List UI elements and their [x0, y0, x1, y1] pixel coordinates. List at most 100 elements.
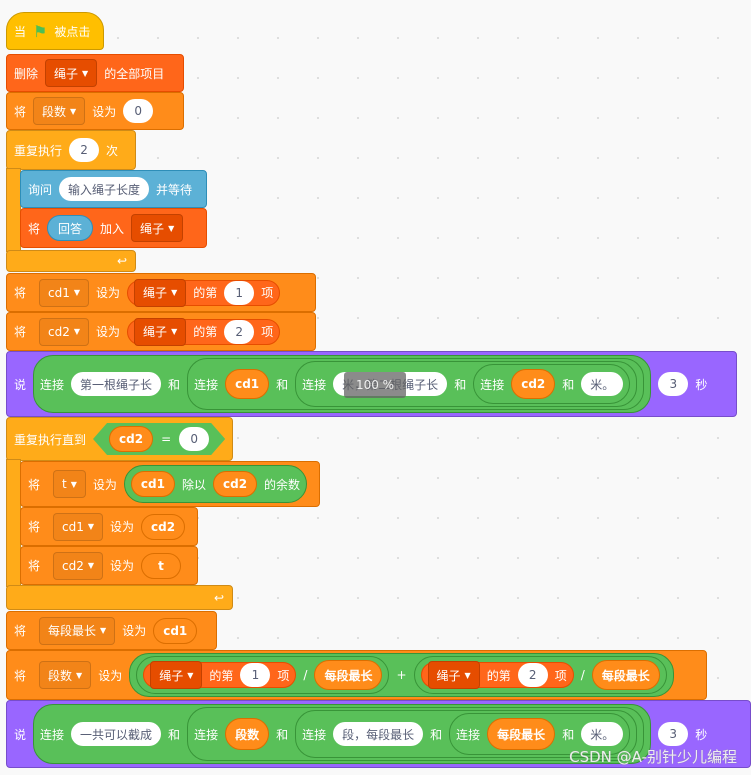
when-flag-clicked-block[interactable]: 当 ⚑ 被点击: [6, 12, 104, 50]
label: 连接: [302, 727, 327, 742]
count-input[interactable]: 2: [69, 138, 100, 162]
list-dropdown[interactable]: 绳子 ▼: [131, 214, 184, 242]
loop-arrow-icon: ↩: [116, 254, 127, 268]
index-input[interactable]: 1: [224, 280, 255, 305]
green-flag-icon: ⚑: [33, 21, 48, 41]
variable-reporter[interactable]: cd2: [109, 426, 153, 452]
text-input[interactable]: 一共可以截成: [71, 722, 162, 746]
label: 并等待: [156, 182, 193, 197]
label: 秒: [695, 377, 708, 392]
ask-and-wait-block[interactable]: 询问 输入绳子长度 并等待: [20, 170, 207, 208]
list-dropdown[interactable]: 绳子 ▼: [150, 661, 203, 689]
list-dropdown[interactable]: 绳子 ▼: [427, 661, 480, 689]
zoom-indicator: 100 %: [344, 372, 406, 398]
text-input[interactable]: 米。: [581, 372, 624, 396]
dropdown-value: 绳子: [143, 286, 168, 300]
label: 设为: [92, 477, 117, 492]
add-to-list-block[interactable]: 将 回答 加入 绳子 ▼: [20, 208, 207, 248]
label: 的第: [209, 668, 234, 683]
divide-reporter[interactable]: 绳子 ▼ 的第 1 项 / 每段最长: [136, 656, 390, 694]
label: 将: [14, 668, 27, 683]
label: 和: [168, 377, 181, 392]
label: 的余数: [264, 477, 301, 492]
seconds-input[interactable]: 3: [658, 722, 689, 746]
variable-dropdown[interactable]: 每段最长 ▼: [39, 616, 116, 645]
set-cd2-block[interactable]: 将 cd2 ▼ 设为 绳子 ▼ 的第 2 项: [6, 312, 316, 351]
variable-reporter[interactable]: cd2: [212, 471, 258, 497]
text-input[interactable]: 段，每段最长: [333, 722, 424, 746]
set-cd1-block[interactable]: 将 cd1 ▼ 设为 绳子 ▼ 的第 1 项: [6, 273, 316, 312]
join-reporter[interactable]: 连接 cd1 和 连接 米，第二根绳子长 和 连接 cd2 和 米。: [187, 358, 645, 410]
mod-reporter[interactable]: cd1 除以 cd2 的余数: [123, 465, 308, 503]
text-input[interactable]: 第一根绳子长: [71, 372, 162, 396]
label: 将: [28, 559, 41, 573]
variable-dropdown[interactable]: 段数 ▼: [33, 97, 86, 125]
label: 连接: [456, 727, 481, 742]
variable-reporter[interactable]: cd2: [511, 369, 556, 399]
index-input[interactable]: 2: [517, 663, 548, 687]
dropdown-value: 段数: [42, 104, 67, 119]
text-input[interactable]: 米。: [581, 722, 624, 746]
dropdown-value: 绳子: [436, 668, 461, 683]
set-cd2-to-t-block[interactable]: 将 cd2 ▼ 设为 t: [20, 546, 198, 585]
variable-reporter[interactable]: 每段最长: [487, 718, 556, 750]
divide-reporter[interactable]: 绳子 ▼ 的第 2 项 / 每段最长: [413, 656, 667, 694]
variable-reporter[interactable]: t: [141, 552, 182, 579]
chevron-down-icon: ▼: [87, 561, 95, 570]
variable-dropdown[interactable]: t ▼: [53, 470, 86, 498]
label: 除以: [181, 477, 206, 492]
variable-reporter[interactable]: cd1: [130, 471, 175, 497]
index-input[interactable]: 1: [240, 663, 271, 687]
join-reporter[interactable]: 连接 第一根绳子长 和 连接 cd1 和 连接 米，第二根绳子长 和 连接 cd…: [33, 355, 652, 413]
set-variable-block[interactable]: 将 段数 ▼ 设为 0: [6, 92, 184, 130]
variable-dropdown[interactable]: cd1 ▼: [53, 512, 104, 541]
list-dropdown[interactable]: 绳子 ▼: [134, 278, 187, 307]
set-t-block[interactable]: 将 t ▼ 设为 cd1 除以 cd2 的余数: [20, 461, 320, 507]
delete-all-block[interactable]: 删除 绳子 ▼ 的全部项目: [6, 54, 184, 92]
variable-reporter[interactable]: cd1: [225, 369, 270, 399]
label: 设为: [110, 520, 135, 534]
chevron-down-icon: ▼: [168, 223, 175, 233]
label: 和: [168, 727, 181, 742]
label: 将: [14, 286, 27, 300]
variable-dropdown[interactable]: 段数 ▼: [39, 661, 92, 689]
set-max-block[interactable]: 将 每段最长 ▼ 设为 cd1: [6, 611, 217, 650]
set-segments-block[interactable]: 将 段数 ▼ 设为 绳子 ▼ 的第 1 项 / 每段最长 + 绳子 ▼ 的第 2 项 / 每段最长: [6, 650, 707, 700]
add-reporter[interactable]: 绳子 ▼ 的第 1 项 / 每段最长 + 绳子 ▼ 的第 2 项 / 每段最长: [129, 653, 674, 697]
value-input[interactable]: 0: [123, 99, 154, 123]
label: 连接: [40, 727, 65, 742]
item-of-list-reporter[interactable]: 绳子 ▼ 的第 1 项: [143, 661, 297, 689]
label: 说: [14, 727, 27, 742]
list-dropdown[interactable]: 绳子 ▼: [134, 317, 187, 346]
dropdown-value: t: [62, 477, 67, 491]
repeat-until-block[interactable]: 重复执行直到 cd2 = 0: [6, 417, 233, 461]
variable-reporter[interactable]: 每段最长: [591, 660, 660, 690]
variable-dropdown[interactable]: cd2 ▼: [53, 551, 104, 580]
seconds-input[interactable]: 3: [658, 372, 689, 396]
question-input[interactable]: 输入绳子长度: [59, 177, 150, 201]
variable-reporter[interactable]: 段数: [225, 718, 270, 750]
repeat-bottom: ↩: [6, 250, 136, 272]
item-of-list-reporter[interactable]: 绳子 ▼ 的第 2 项: [420, 661, 574, 689]
join-reporter[interactable]: 连接 cd2 和 米。: [473, 364, 631, 404]
equals-operator[interactable]: cd2 = 0: [93, 423, 225, 455]
label: 和: [562, 377, 575, 392]
chevron-down-icon: ▼: [70, 479, 77, 489]
label: 项: [554, 668, 567, 683]
variable-reporter[interactable]: cd1: [153, 617, 198, 644]
variable-dropdown[interactable]: cd1 ▼: [39, 278, 90, 307]
variable-dropdown[interactable]: cd2 ▼: [39, 317, 90, 346]
list-dropdown[interactable]: 绳子 ▼: [45, 59, 98, 87]
item-of-list-reporter[interactable]: 绳子 ▼ 的第 1 项: [127, 278, 281, 307]
item-of-list-reporter[interactable]: 绳子 ▼ 的第 2 项: [127, 317, 281, 346]
join-reporter[interactable]: 连接 一共可以截成 和 连接 段数 和 连接 段，每段最长 和 连接 每段最长 …: [33, 704, 652, 764]
set-cd1-to-cd2-block[interactable]: 将 cd1 ▼ 设为 cd2: [20, 507, 198, 546]
variable-reporter[interactable]: cd2: [141, 513, 186, 540]
repeat-block[interactable]: 重复执行 2 次: [6, 130, 136, 170]
answer-reporter[interactable]: 回答: [47, 215, 94, 241]
label: 连接: [40, 377, 65, 392]
label: /: [580, 668, 585, 682]
value-input[interactable]: 0: [179, 427, 209, 451]
index-input[interactable]: 2: [224, 319, 255, 344]
variable-reporter[interactable]: 每段最长: [314, 660, 383, 690]
